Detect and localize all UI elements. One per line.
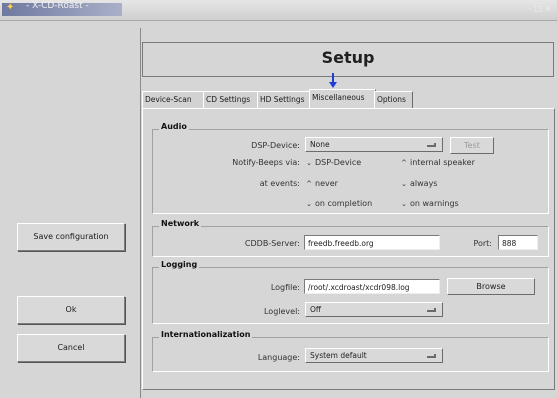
radio-down-icon: ⌄ <box>401 180 407 188</box>
dropdown-arrow-icon <box>427 143 436 147</box>
dsp-device-label: DSP-Device: <box>251 141 300 150</box>
radio-up-icon: ^ <box>401 159 407 167</box>
tab-miscellaneous[interactable]: Miscellaneous <box>309 89 376 109</box>
event-on-completion-label: on completion <box>315 199 373 208</box>
pane-divider <box>140 28 141 398</box>
ok-button[interactable]: Ok <box>17 296 125 324</box>
port-input[interactable]: 888 <box>498 235 538 250</box>
radio-down-icon: ⌄ <box>306 159 312 167</box>
port-label: Port: <box>473 239 492 248</box>
dropdown-arrow-icon <box>427 308 436 312</box>
dsp-device-select[interactable]: None <box>305 137 443 152</box>
left-pane: Save configuration Ok Cancel <box>0 21 140 398</box>
window-title: - X-CD-Roast - <box>26 1 89 11</box>
save-configuration-button[interactable]: Save configuration <box>17 223 125 251</box>
loglevel-value: Off <box>310 305 322 314</box>
event-on-warnings-label: on warnings <box>410 199 459 208</box>
test-button[interactable]: Test <box>450 137 494 154</box>
title-bar[interactable]: ✦ - X-CD-Roast - - □ × <box>0 0 557 21</box>
notify-internal-speaker-label: internal speaker <box>410 158 475 167</box>
notify-beeps-label: Notify-Beeps via: <box>232 158 300 167</box>
dsp-device-value: None <box>310 140 330 149</box>
page-header: Setup <box>142 42 554 77</box>
browse-button[interactable]: Browse <box>447 278 535 295</box>
cddb-server-input[interactable]: freedb.freedb.org <box>304 235 440 250</box>
logfile-label: Logfile: <box>270 283 300 292</box>
event-always-radio[interactable]: ⌄ always <box>400 179 437 188</box>
language-label: Language: <box>257 353 300 362</box>
tab-hd-settings[interactable]: HD Settings <box>257 91 311 108</box>
notify-dsp-device-label: DSP-Device <box>315 158 362 167</box>
event-always-label: always <box>410 179 438 188</box>
loglevel-select[interactable]: Off <box>305 302 443 317</box>
event-on-completion-radio[interactable]: ⌄ on completion <box>305 199 372 208</box>
loglevel-label: Loglevel: <box>263 307 300 316</box>
audio-group-label: Audio <box>159 122 189 131</box>
radio-up-icon: ^ <box>306 180 312 188</box>
event-never-label: never <box>315 179 338 188</box>
event-never-radio[interactable]: ^ never <box>305 179 338 188</box>
notify-internal-speaker-radio[interactable]: ^ internal speaker <box>400 158 475 167</box>
at-events-label: at events: <box>259 179 300 188</box>
window-controls[interactable]: - □ × <box>529 4 551 13</box>
logging-group-label: Logging <box>159 260 200 269</box>
radio-down-icon: ⌄ <box>401 200 407 208</box>
app-window: ✦ - X-CD-Roast - - □ × Save configuratio… <box>0 0 557 398</box>
page-title: Setup <box>321 48 375 67</box>
event-on-warnings-radio[interactable]: ⌄ on warnings <box>400 199 459 208</box>
language-select[interactable]: System default <box>305 348 443 363</box>
cancel-button[interactable]: Cancel <box>17 334 125 362</box>
tab-options[interactable]: Options <box>374 91 413 108</box>
internationalization-group-label: Internationalization <box>159 330 253 339</box>
cddb-server-label: CDDB-Server: <box>244 239 300 248</box>
tab-cd-settings[interactable]: CD Settings <box>203 91 259 108</box>
dropdown-arrow-icon <box>427 354 436 358</box>
app-logo-icon: ✦ <box>6 2 15 13</box>
tab-device-scan[interactable]: Device-Scan <box>142 91 205 108</box>
notify-dsp-device-radio[interactable]: ⌄ DSP-Device <box>305 158 361 167</box>
network-group-label: Network <box>159 219 202 228</box>
logfile-input[interactable]: /root/.xcdroast/xcdr098.log <box>304 279 440 294</box>
language-value: System default <box>310 351 367 360</box>
radio-down-icon: ⌄ <box>306 200 312 208</box>
